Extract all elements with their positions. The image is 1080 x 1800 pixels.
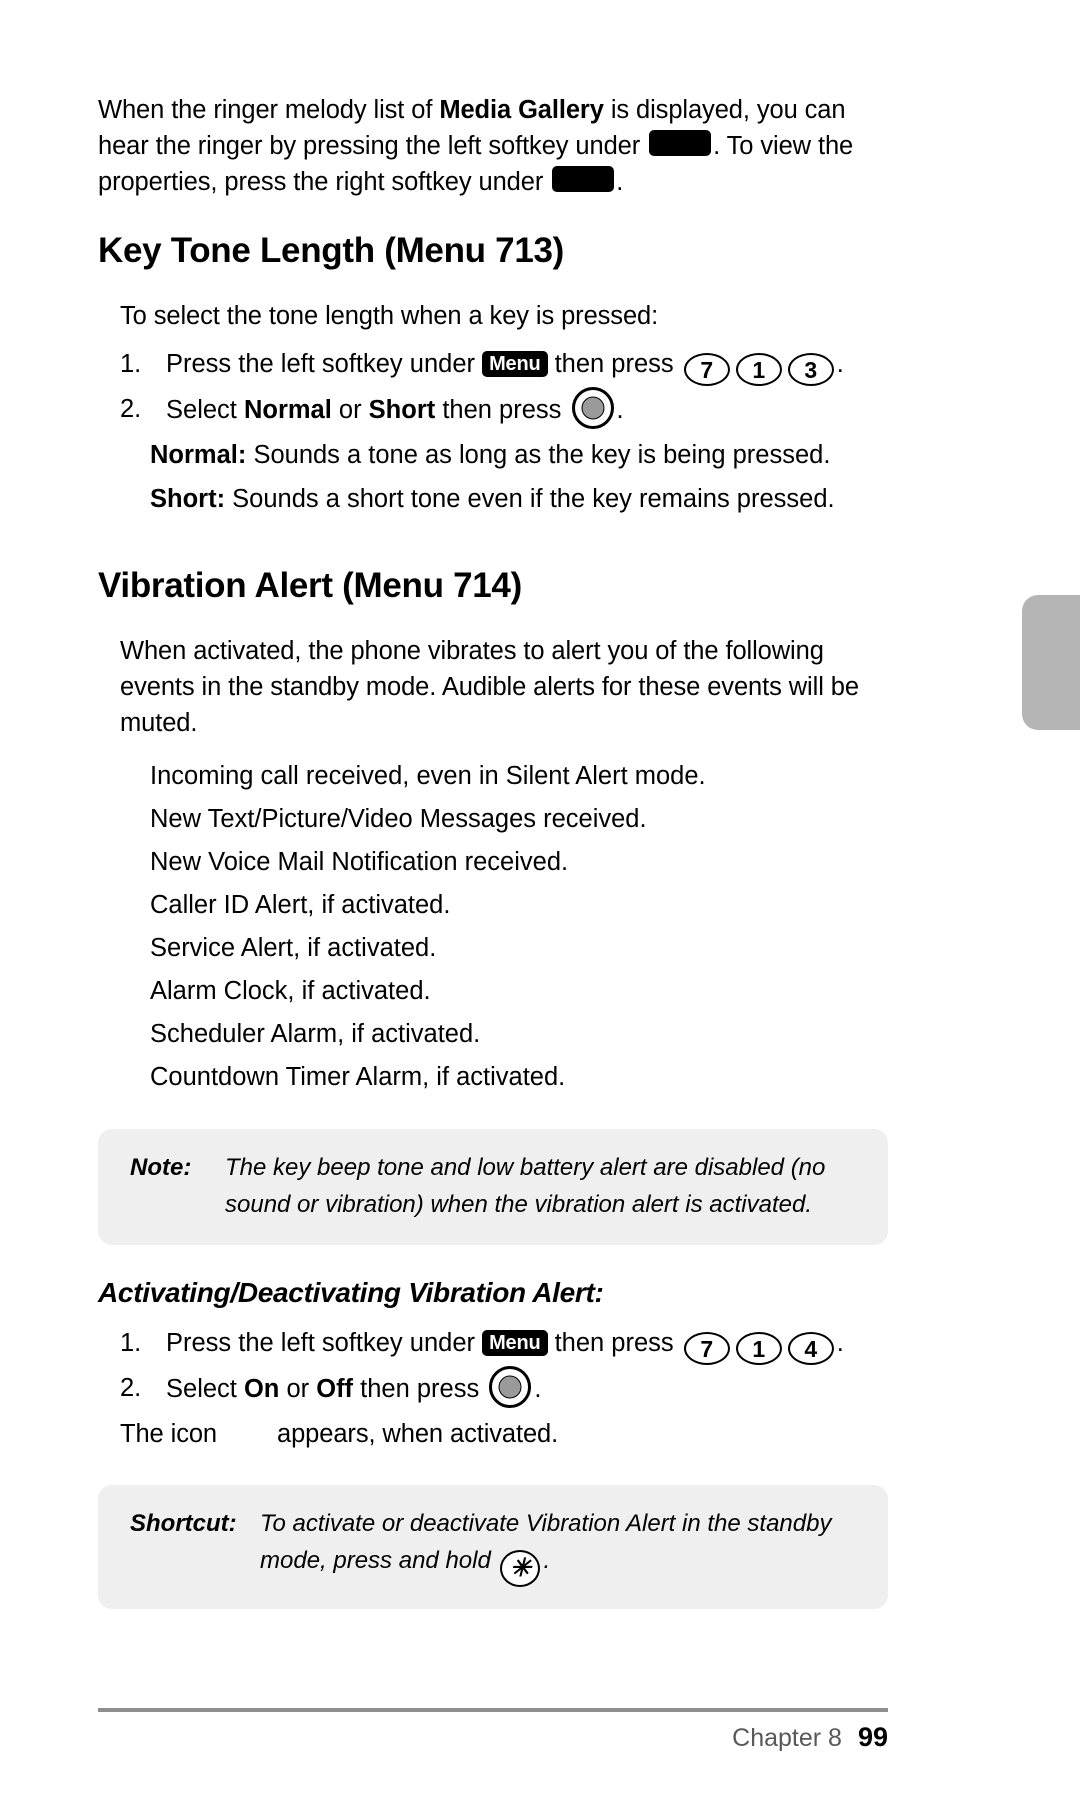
section-title-vibration-alert: Vibration Alert (Menu 714) xyxy=(98,566,522,605)
keypad-key-star-icon: ✳ xyxy=(500,1550,541,1587)
note-text: The key beep tone and low battery alert … xyxy=(225,1154,826,1218)
key-tone-lead-text: To select the tone length when a key is … xyxy=(120,302,659,330)
shortcut-label: Shortcut: xyxy=(130,1510,237,1537)
keypad-key-1-icon: 1 xyxy=(735,353,782,386)
definition-normal: Normal: Sounds a tone as long as the key… xyxy=(150,433,888,477)
menu-softkey-icon: Menu xyxy=(482,1330,548,1356)
step-text-2: then press xyxy=(547,1329,681,1357)
key-tone-steps-list: 1. Press the left softkey under Menu then… xyxy=(98,342,888,433)
intro-text-4: . xyxy=(616,168,624,196)
step-text-2: or xyxy=(331,396,369,424)
note-label: Note: xyxy=(130,1154,192,1181)
list-item: Countdown Timer Alarm, if activated. xyxy=(150,1063,566,1091)
vibration-steps-list: 1. Press the left softkey under Menu then… xyxy=(98,1321,888,1412)
step-number: 1. xyxy=(120,350,142,378)
step-text-1: Press the left softkey under xyxy=(166,1329,483,1357)
step-text-4: . xyxy=(534,1375,542,1403)
keypad-key-7-icon: 7 xyxy=(683,353,730,386)
list-item: Incoming call received, even in Silent A… xyxy=(150,762,706,790)
list-item: Alarm Clock, if activated. xyxy=(150,977,431,1005)
list-item: Caller ID Alert, if activated. xyxy=(150,891,451,919)
right-softkey-icon xyxy=(552,166,615,192)
definition-short: Short: Sounds a short tone even if the k… xyxy=(150,477,888,521)
step-item: 2. Select Normal or Short then press . xyxy=(120,387,888,433)
left-softkey-icon xyxy=(649,130,712,156)
step-item: 2. Select On or Off then press . xyxy=(120,1366,888,1412)
option-normal-bold: Normal xyxy=(243,396,332,424)
ok-select-key-icon xyxy=(571,387,614,429)
step-item: 1. Press the left softkey under Menu then… xyxy=(120,342,888,387)
step-number: 2. xyxy=(120,1374,142,1402)
page-content: When the ringer melody list of Media Gal… xyxy=(98,92,888,1609)
step-number: 1. xyxy=(120,1329,142,1357)
page-footer: Chapter 8 99 xyxy=(98,1722,888,1753)
step-text-4: . xyxy=(616,396,624,424)
vibration-intro-paragraph: When activated, the phone vibrates to al… xyxy=(120,637,859,737)
definition-term: Short: xyxy=(150,485,226,513)
subsection-title-activating-deactivating: Activating/Deactivating Vibration Alert: xyxy=(98,1277,604,1308)
intro-text-1: When the ringer melody list of xyxy=(98,96,440,124)
section-title-key-tone-length: Key Tone Length (Menu 713) xyxy=(98,231,565,270)
manual-page: When the ringer melody list of Media Gal… xyxy=(0,0,1080,1800)
media-gallery-bold: Media Gallery xyxy=(439,96,604,124)
step-text-1: Select xyxy=(166,1375,244,1403)
step-number: 2. xyxy=(120,395,142,423)
chapter-thumb-tab xyxy=(1022,595,1080,730)
list-item: New Text/Picture/Video Messages received… xyxy=(150,805,647,833)
step-text-3: then press xyxy=(435,396,569,424)
note-callout: Note: The key beep tone and low battery … xyxy=(98,1129,888,1245)
step-text-3: . xyxy=(836,1329,844,1357)
definition-term: Normal: xyxy=(150,441,247,469)
definition-text: Sounds a tone as long as the key is bein… xyxy=(246,441,831,469)
option-short-bold: Short xyxy=(368,396,436,424)
list-item: Scheduler Alarm, if activated. xyxy=(150,1020,481,1048)
shortcut-text: To activate or deactivate Vibration Aler… xyxy=(260,1505,862,1587)
list-item: New Voice Mail Notification received. xyxy=(150,848,569,876)
footer-chapter-label: Chapter 8 xyxy=(732,1724,842,1752)
definition-text: Sounds a short tone even if the key rema… xyxy=(225,485,835,513)
ok-select-key-icon xyxy=(489,1366,532,1408)
vibration-events-list: Incoming call received, even in Silent A… xyxy=(98,755,888,1099)
footer-divider xyxy=(98,1708,888,1712)
option-off-bold: Off xyxy=(316,1375,354,1403)
option-on-bold: On xyxy=(243,1375,280,1403)
keypad-key-3-icon: 3 xyxy=(787,353,834,386)
menu-softkey-icon: Menu xyxy=(482,351,548,377)
intro-paragraph: When the ringer melody list of Media Gal… xyxy=(98,92,888,200)
step-text-3: . xyxy=(836,350,844,378)
icon-line-text-2: appears, when activated. xyxy=(277,1420,559,1448)
footer-page-number: 99 xyxy=(857,1722,888,1752)
step-text-1: Select xyxy=(166,396,244,424)
step-text-2: then press xyxy=(547,350,681,378)
step-item: 1. Press the left softkey under Menu then… xyxy=(120,1321,888,1366)
step-text-1: Press the left softkey under xyxy=(166,350,483,378)
keypad-key-4-icon: 4 xyxy=(787,1332,834,1365)
vibration-icon-line: The icon appears, when activated. xyxy=(120,1412,888,1457)
shortcut-text-2: . xyxy=(543,1547,551,1574)
keypad-key-1-icon: 1 xyxy=(735,1332,782,1365)
step-text-3: then press xyxy=(353,1375,487,1403)
keypad-key-7-icon: 7 xyxy=(683,1332,730,1365)
list-item: Service Alert, if activated. xyxy=(150,934,437,962)
step-text-2: or xyxy=(279,1375,317,1403)
icon-line-text-1: The icon xyxy=(120,1420,218,1448)
shortcut-callout: Shortcut: To activate or deactivate Vibr… xyxy=(98,1485,888,1609)
